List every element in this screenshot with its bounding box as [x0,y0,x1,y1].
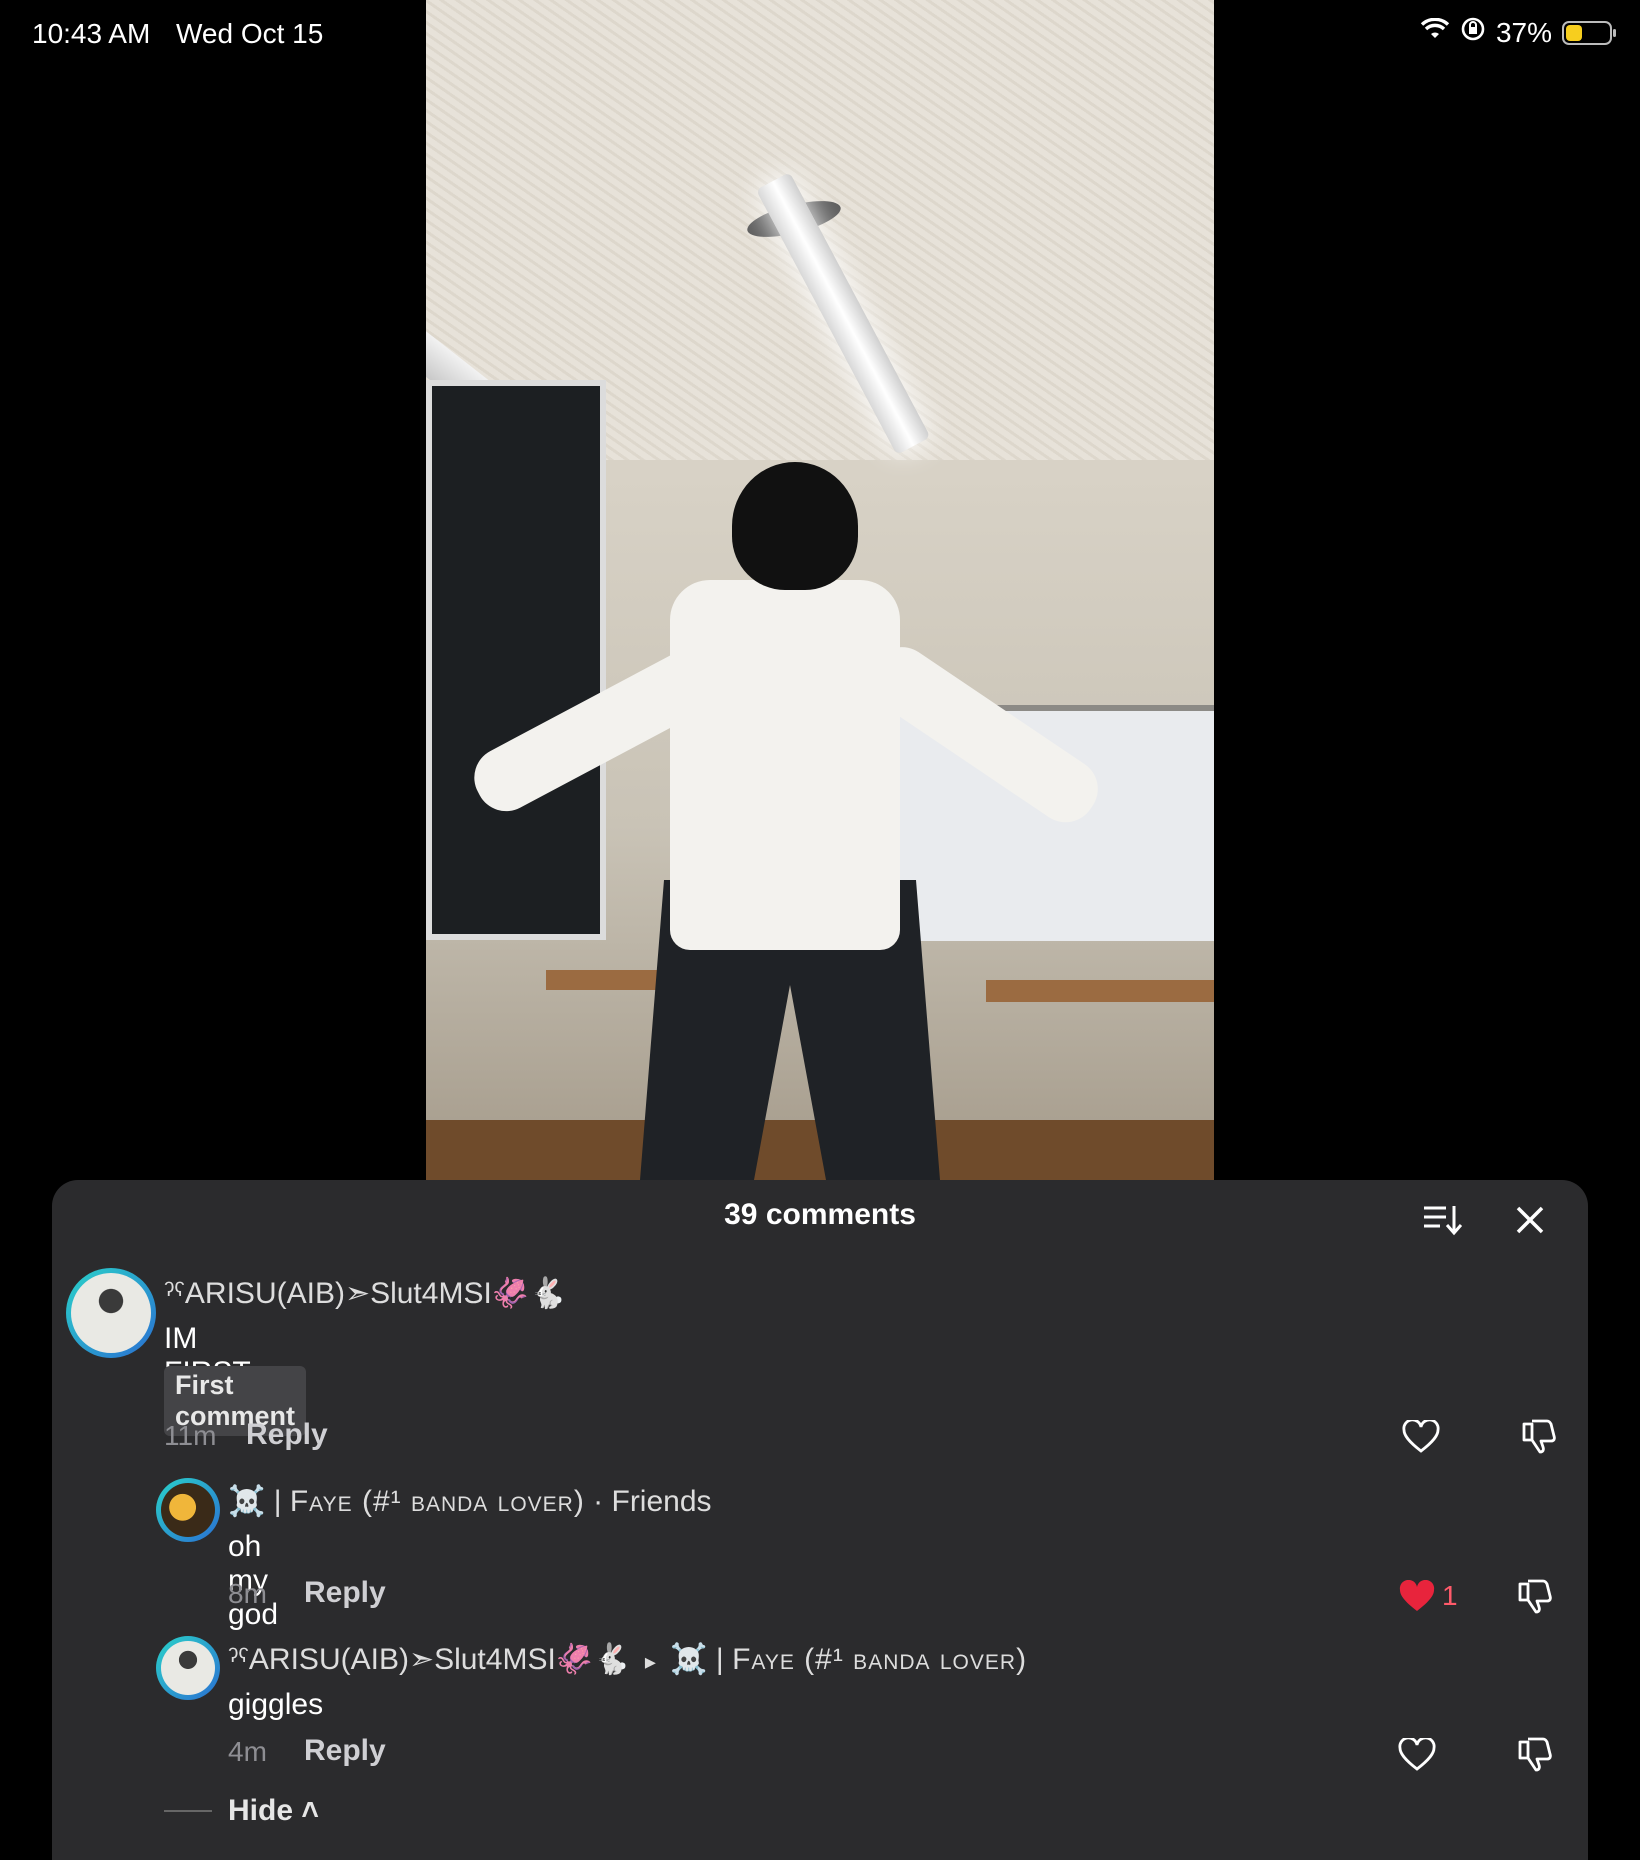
comment-text: giggles [228,1688,324,1721]
dislike-icon[interactable] [1516,1736,1554,1774]
close-icon[interactable] [1512,1202,1548,1238]
comment-time: 4m [228,1736,267,1767]
username-main: Faye (#¹ banda lover) [289,1485,585,1518]
comment-username[interactable]: ˀˁARISU(AIB)➣Slut4MSI🦑🐇 [164,1276,567,1311]
hide-replies-button[interactable]: Hide ˄ [228,1794,319,1828]
wifi-icon [1420,17,1450,49]
reply-button[interactable]: Reply [246,1418,328,1452]
skull-emoji: ☠️ | [228,1485,290,1518]
reply-button[interactable]: Reply [304,1734,386,1768]
avatar[interactable] [156,1478,220,1542]
comments-count-title: 39 comments [724,1198,916,1231]
reply-arrow-icon: ▸ [644,1649,656,1674]
reply-to-username: Faye (#¹ banda lover) [732,1643,1028,1676]
comment-time: 8m [228,1578,267,1609]
reply-button[interactable]: Reply [304,1576,386,1610]
battery-icon [1562,20,1616,45]
avatar[interactable] [66,1268,156,1358]
rotation-lock-icon [1460,16,1486,49]
comment-time: 11m [164,1420,217,1451]
divider [164,1810,212,1812]
sort-icon[interactable] [1422,1204,1463,1236]
comment-username[interactable]: ☠️ | Faye (#¹ banda lover) · Friends [228,1484,712,1519]
skull-emoji: ☠️ | [670,1643,733,1676]
comments-sheet: 39 comments ˀˁARISU(AIB)➣Slut4MSI🦑🐇 IM F… [52,1180,1588,1860]
status-right: 37% [1420,16,1616,49]
status-date: Wed Oct 15 [176,18,324,49]
comment-username[interactable]: ˀˁARISU(AIB)➣Slut4MSI🦑🐇 ▸ ☠️ | Faye (#¹ … [228,1642,1027,1677]
heart-icon-liked[interactable] [1398,1579,1436,1614]
friends-label: · Friends [584,1485,712,1518]
dislike-icon[interactable] [1520,1418,1558,1456]
avatar[interactable] [156,1636,220,1700]
heart-icon[interactable] [1398,1736,1436,1772]
heart-icon[interactable] [1402,1418,1440,1454]
dislike-icon[interactable] [1516,1578,1554,1616]
like-count: 1 [1442,1580,1458,1611]
status-time: 10:43 AM [32,18,151,49]
video-frame[interactable] [426,0,1214,1180]
battery-percent: 37% [1495,16,1552,48]
username: ˀˁARISU(AIB)➣Slut4MSI🦑🐇 [228,1643,631,1676]
